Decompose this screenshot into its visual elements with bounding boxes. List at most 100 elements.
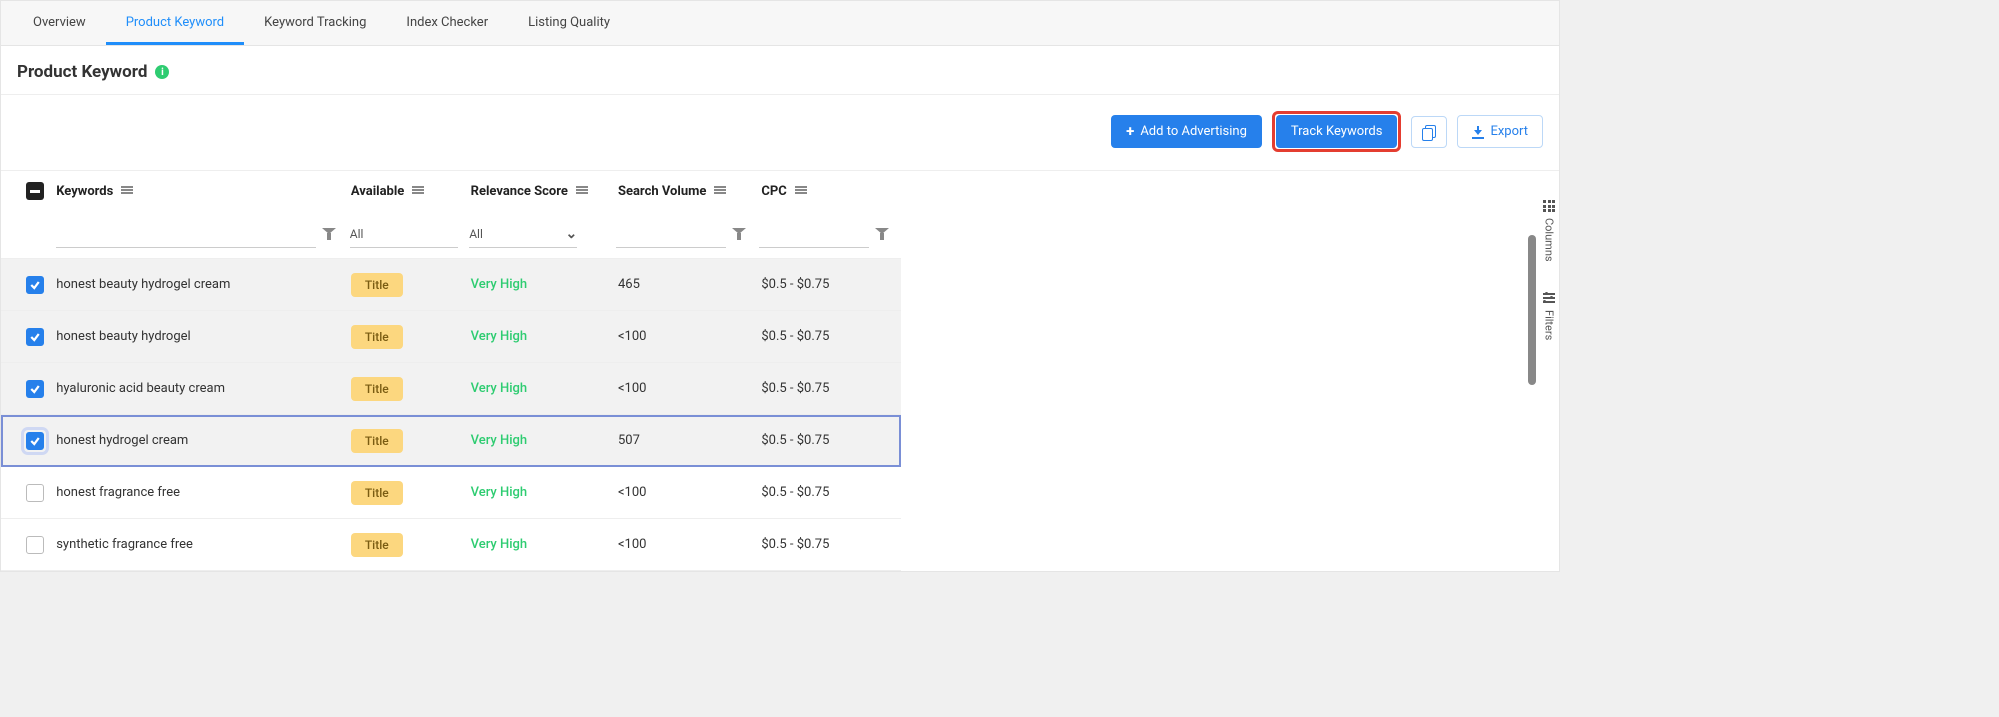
filter-icon[interactable] xyxy=(732,228,746,242)
relevance-value: Very High xyxy=(471,381,528,396)
col-available-label: Available xyxy=(351,184,404,199)
available-badge: Title xyxy=(351,325,403,349)
table-row[interactable]: hyaluronic acid beauty creamTitleVery Hi… xyxy=(1,363,901,415)
page-header: Product Keyword i xyxy=(1,46,1559,95)
volume-value: <100 xyxy=(618,381,647,396)
export-button[interactable]: Export xyxy=(1457,115,1543,148)
row-keyword: honest beauty hydrogel xyxy=(56,329,191,344)
tab-listing-quality[interactable]: Listing Quality xyxy=(508,1,630,45)
filter-available-value: All xyxy=(350,227,364,241)
row-checkbox[interactable] xyxy=(26,484,44,502)
track-keywords-highlight: Track Keywords xyxy=(1272,111,1402,152)
sort-icon xyxy=(576,186,588,196)
col-search-volume[interactable]: Search Volume xyxy=(618,184,761,199)
keyword-table: Keywords Available Relevance Score Searc… xyxy=(1,171,901,571)
checkbox-focus-ring xyxy=(24,430,46,452)
sliders-icon xyxy=(1543,292,1555,304)
action-bar: + Add to Advertising Track Keywords Expo… xyxy=(1,95,1559,171)
download-icon xyxy=(1472,126,1484,138)
table-filter-row: All All ⌄ xyxy=(1,211,901,259)
filter-cpc-input[interactable] xyxy=(759,222,869,248)
track-keywords-button[interactable]: Track Keywords xyxy=(1276,115,1398,148)
page-title: Product Keyword xyxy=(17,62,147,82)
cpc-value: $0.5 - $0.75 xyxy=(761,381,829,396)
col-relevance-label: Relevance Score xyxy=(471,184,568,199)
available-badge: Title xyxy=(351,533,403,557)
row-keyword: hyaluronic acid beauty cream xyxy=(56,381,225,396)
filter-available-select[interactable]: All xyxy=(350,222,458,248)
rail-filters[interactable]: Filters xyxy=(1543,292,1556,340)
relevance-value: Very High xyxy=(471,537,528,552)
row-checkbox[interactable] xyxy=(26,432,44,450)
row-checkbox[interactable] xyxy=(26,380,44,398)
export-label: Export xyxy=(1490,124,1528,139)
tab-overview[interactable]: Overview xyxy=(13,1,106,45)
tab-keyword-tracking[interactable]: Keyword Tracking xyxy=(244,1,386,45)
cpc-value: $0.5 - $0.75 xyxy=(761,329,829,344)
filter-keywords-input[interactable] xyxy=(56,222,316,248)
select-all-checkbox[interactable] xyxy=(26,182,44,200)
tab-bar: Overview Product Keyword Keyword Trackin… xyxy=(1,1,1559,46)
rail-columns-label: Columns xyxy=(1543,218,1556,262)
cpc-value: $0.5 - $0.75 xyxy=(761,485,829,500)
grid-icon xyxy=(1543,200,1555,212)
row-checkbox[interactable] xyxy=(26,536,44,554)
tab-product-keyword[interactable]: Product Keyword xyxy=(106,1,244,45)
add-to-advertising-button[interactable]: + Add to Advertising xyxy=(1111,115,1262,148)
plus-icon: + xyxy=(1126,124,1134,139)
col-search-volume-label: Search Volume xyxy=(618,184,706,199)
filter-relevance-value: All xyxy=(469,227,483,241)
table-row[interactable]: honest beauty hydrogel cream Title Very Hi… xyxy=(1,259,901,311)
col-available[interactable]: Available xyxy=(351,184,471,199)
sort-icon xyxy=(795,186,807,196)
copy-button[interactable] xyxy=(1411,116,1447,148)
col-cpc[interactable]: CPC xyxy=(761,184,889,199)
info-icon[interactable]: i xyxy=(155,65,169,79)
row-keyword: synthetic fragrance free xyxy=(56,537,193,552)
filter-icon[interactable] xyxy=(875,228,889,242)
col-cpc-label: CPC xyxy=(761,184,786,199)
table-body: honest beauty hydrogel cream Title Very Hi… xyxy=(1,259,901,571)
table-header: Keywords Available Relevance Score Searc… xyxy=(1,171,901,211)
vertical-scrollbar[interactable] xyxy=(1528,235,1536,385)
row-checkbox[interactable] xyxy=(26,328,44,346)
table-row[interactable]: honest hydrogel creamTitleVery High507$0… xyxy=(1,415,901,467)
row-keyword: honest beauty hydrogel cream xyxy=(56,277,230,292)
col-keywords[interactable]: Keywords xyxy=(56,184,351,199)
relevance-value: Very High xyxy=(471,433,528,448)
track-keywords-label: Track Keywords xyxy=(1291,124,1383,139)
table-row[interactable]: honest beauty hydrogel Title Very High <100… xyxy=(1,311,901,363)
tab-index-checker[interactable]: Index Checker xyxy=(386,1,508,45)
app-frame: Overview Product Keyword Keyword Trackin… xyxy=(0,0,1560,572)
col-keywords-label: Keywords xyxy=(56,184,113,199)
relevance-value: Very High xyxy=(471,329,528,344)
available-badge: Title xyxy=(351,429,403,453)
volume-value: <100 xyxy=(618,329,647,344)
cpc-value: $0.5 - $0.75 xyxy=(761,537,829,552)
filter-volume-input[interactable] xyxy=(616,222,726,248)
cpc-value: $0.5 - $0.75 xyxy=(761,277,829,292)
relevance-value: Very High xyxy=(471,277,528,292)
volume-value: <100 xyxy=(618,537,647,552)
table-row[interactable]: synthetic fragrance free Title Very High <1… xyxy=(1,519,901,571)
rail-columns[interactable]: Columns xyxy=(1543,200,1556,262)
available-badge: Title xyxy=(351,481,403,505)
col-relevance[interactable]: Relevance Score xyxy=(471,184,618,199)
volume-value: <100 xyxy=(618,485,647,500)
chevron-down-icon: ⌄ xyxy=(565,226,577,242)
available-badge: Title xyxy=(351,273,403,297)
rail-filters-label: Filters xyxy=(1543,310,1556,340)
sort-icon xyxy=(714,186,726,196)
cpc-value: $0.5 - $0.75 xyxy=(761,433,829,448)
row-keyword: honest hydrogel cream xyxy=(56,433,188,448)
row-checkbox[interactable] xyxy=(26,276,44,294)
right-rail: Columns Filters xyxy=(1538,150,1560,340)
volume-value: 465 xyxy=(618,277,640,292)
filter-icon[interactable] xyxy=(322,228,336,242)
table-row[interactable]: honest fragrance free Title Very High <100 $… xyxy=(1,467,901,519)
row-keyword: honest fragrance free xyxy=(56,485,180,500)
relevance-value: Very High xyxy=(471,485,528,500)
sort-icon xyxy=(121,186,133,196)
sort-icon xyxy=(412,186,424,196)
filter-relevance-select[interactable]: All ⌄ xyxy=(469,222,577,248)
